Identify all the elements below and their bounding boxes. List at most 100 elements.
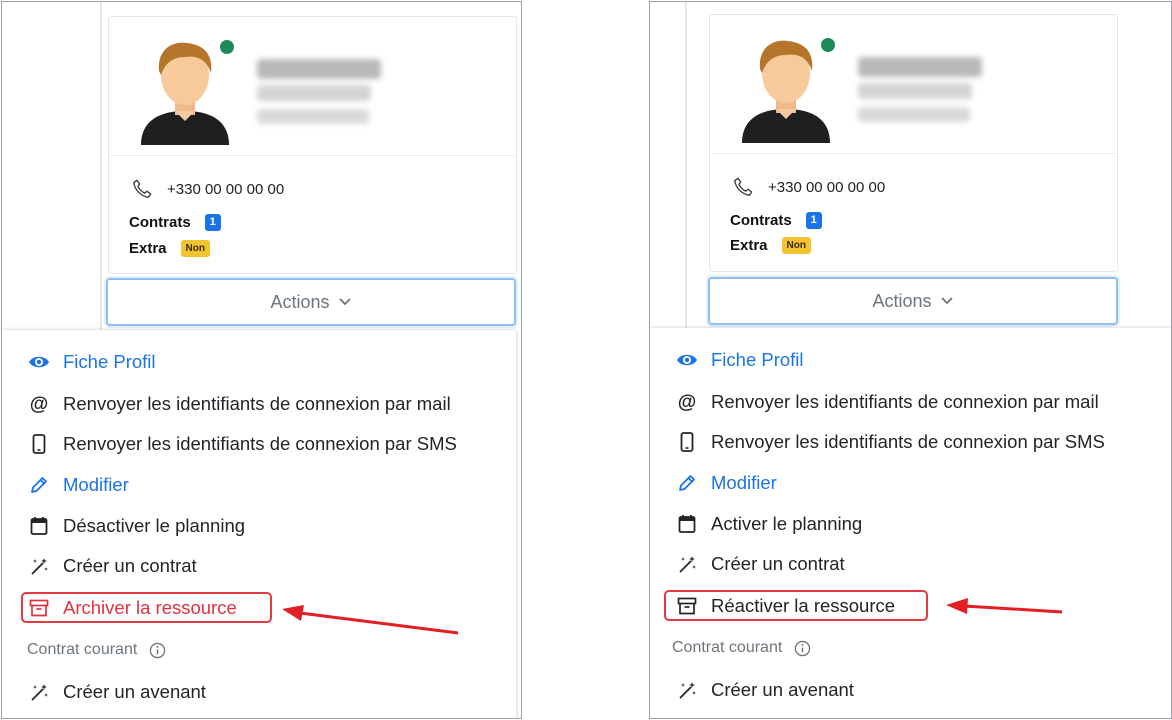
online-status-dot — [821, 38, 835, 52]
magic-wand-icon — [679, 682, 696, 699]
telephone-icon — [734, 177, 753, 196]
actions-menu: Fiche Profil @ Renvoyer les identifiants… — [650, 328, 1171, 718]
menu-item-planning[interactable]: Activer le planning — [676, 511, 862, 537]
avatar — [141, 42, 229, 145]
section-current-contract: Contrat courant — [27, 637, 166, 663]
contracts-label: Contrats — [129, 213, 191, 231]
magic-wand-icon — [679, 556, 696, 573]
actions-label: Actions — [270, 291, 330, 312]
svg-text:@: @ — [30, 394, 49, 414]
menu-item-label: Désactiver le planning — [63, 515, 246, 536]
eye-icon — [677, 354, 697, 366]
menu-item-label: Créer un avenant — [63, 681, 206, 702]
extra-label: Extra — [129, 239, 167, 257]
phone-row: +330 00 00 00 00 — [131, 177, 284, 201]
menu-item-label: Renvoyer les identifiants de connexion p… — [711, 431, 1105, 452]
phone-number: +330 00 00 00 00 — [167, 180, 285, 198]
archive-icon — [677, 597, 697, 615]
menu-item-modifier[interactable]: Modifier — [28, 472, 129, 498]
contracts-count-badge: 1 — [805, 211, 822, 229]
menu-item-resend-mail[interactable]: @ Renvoyer les identifiants de connexion… — [676, 389, 1099, 415]
actions-dropdown-button[interactable]: Actions — [708, 277, 1118, 325]
menu-item-label: Activer le planning — [711, 513, 863, 534]
menu-item-label: Archiver la ressource — [63, 597, 237, 618]
menu-item-label: Renvoyer les identifiants de connexion p… — [63, 393, 451, 414]
menu-item-label: Renvoyer les identifiants de connexion p… — [711, 391, 1099, 412]
at-icon: @ — [30, 394, 49, 414]
contracts-row: Contrats 1 — [129, 212, 221, 232]
telephone-icon — [133, 179, 152, 198]
menu-item-fiche-profil[interactable]: Fiche Profil — [28, 349, 156, 375]
phone-row: +330 00 00 00 00 — [732, 175, 885, 199]
phone-number: +330 00 00 00 00 — [768, 178, 886, 196]
menu-item-label: Modifier — [63, 474, 129, 495]
menu-item-label: Réactiver la ressource — [711, 595, 896, 616]
archive-icon — [29, 599, 49, 617]
eye-icon — [29, 356, 49, 368]
info-icon[interactable] — [794, 640, 811, 657]
vertical-divider — [685, 2, 687, 332]
menu-item-create-amendment[interactable]: Créer un avenant — [676, 677, 854, 703]
phone-device-icon — [680, 432, 694, 452]
extra-badge: Non — [180, 239, 210, 257]
menu-item-modifier[interactable]: Modifier — [676, 470, 777, 496]
menu-item-fiche-profil[interactable]: Fiche Profil — [676, 347, 804, 373]
resource-card: +330 00 00 00 00 Contrats 1 Extra Non — [108, 16, 517, 274]
menu-item-resend-mail[interactable]: @ Renvoyer les identifiants de connexion… — [28, 391, 451, 417]
magic-wand-icon — [31, 558, 48, 575]
menu-item-reactivate[interactable]: Réactiver la ressource — [676, 593, 895, 619]
extra-row: Extra Non — [129, 238, 210, 258]
actions-label: Actions — [872, 290, 932, 311]
blurred-role — [858, 83, 972, 99]
arrow-annotation — [946, 598, 1063, 614]
card-header — [109, 17, 516, 156]
vertical-divider — [100, 2, 102, 332]
menu-item-resend-sms[interactable]: Renvoyer les identifiants de connexion p… — [28, 431, 457, 457]
menu-item-label: Renvoyer les identifiants de connexion p… — [63, 433, 457, 454]
panel-before: +330 00 00 00 00 Contrats 1 Extra Non Ac… — [1, 1, 522, 719]
blurred-location — [257, 109, 369, 124]
contracts-label: Contrats — [730, 211, 792, 229]
section-label: Contrat courant — [672, 639, 783, 656]
avatar — [742, 40, 830, 143]
panel-after: +330 00 00 00 00 Contrats 1 Extra Non Ac… — [649, 1, 1172, 719]
menu-item-label: Modifier — [711, 472, 777, 493]
info-icon[interactable] — [149, 642, 166, 659]
blurred-name — [257, 59, 381, 79]
extra-badge: Non — [781, 236, 811, 254]
menu-item-create-contract[interactable]: Créer un contrat — [28, 553, 197, 579]
actions-menu: Fiche Profil @ Renvoyer les identifiants… — [2, 330, 516, 718]
menu-item-label: Fiche Profil — [63, 351, 156, 372]
contracts-count-badge: 1 — [204, 213, 221, 231]
online-status-dot — [220, 40, 234, 54]
chevron-down-icon — [940, 297, 953, 305]
pencil-icon — [31, 477, 47, 493]
blurred-location — [858, 107, 970, 122]
extra-row: Extra Non — [730, 235, 811, 255]
magic-wand-icon — [31, 684, 48, 701]
blurred-name — [858, 57, 982, 77]
chevron-down-icon — [338, 298, 351, 306]
calendar-icon — [678, 515, 696, 533]
menu-item-label: Créer un contrat — [63, 555, 197, 576]
menu-item-planning[interactable]: Désactiver le planning — [28, 513, 245, 539]
section-current-contract: Contrat courant — [672, 635, 811, 661]
menu-item-archive[interactable]: Archiver la ressource — [28, 595, 237, 621]
extra-label: Extra — [730, 236, 768, 254]
menu-item-label: Fiche Profil — [711, 349, 804, 370]
menu-item-label: Créer un avenant — [711, 679, 854, 700]
pencil-icon — [679, 475, 695, 491]
section-label: Contrat courant — [27, 641, 138, 658]
actions-dropdown-button[interactable]: Actions — [106, 278, 516, 326]
at-icon: @ — [678, 392, 697, 412]
arrow-annotation — [282, 605, 459, 635]
menu-item-create-amendment[interactable]: Créer un avenant — [28, 679, 206, 705]
menu-item-label: Créer un contrat — [711, 553, 845, 574]
menu-item-create-contract[interactable]: Créer un contrat — [676, 551, 845, 577]
menu-item-resend-sms[interactable]: Renvoyer les identifiants de connexion p… — [676, 429, 1105, 455]
blurred-role — [257, 85, 371, 101]
calendar-icon — [30, 517, 48, 535]
card-header — [710, 15, 1117, 154]
contracts-row: Contrats 1 — [730, 210, 822, 230]
phone-device-icon — [32, 434, 46, 454]
